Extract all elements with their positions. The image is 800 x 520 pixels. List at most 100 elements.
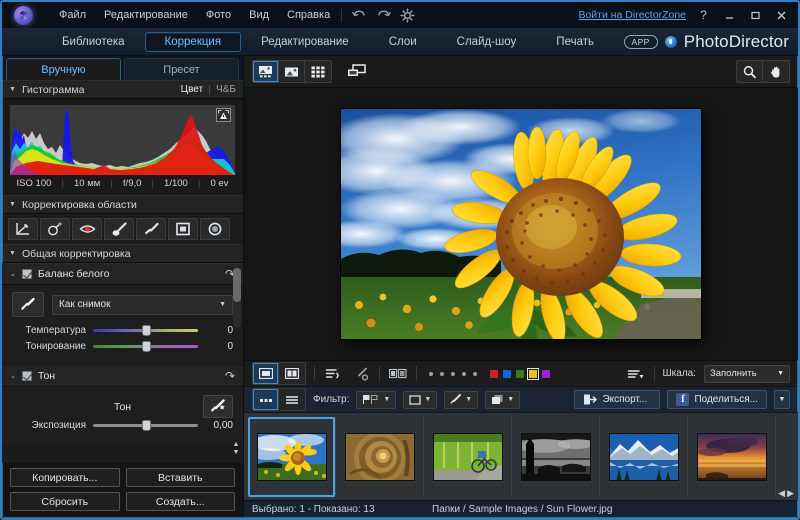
tab-adjustment[interactable]: Коррекция	[145, 32, 242, 52]
white-balance-checkbox[interactable]	[22, 269, 32, 279]
create-button[interactable]: Создать...	[126, 492, 236, 511]
reset-button[interactable]: Сбросить	[10, 492, 120, 511]
thumb-mountain-lake[interactable]	[600, 417, 688, 497]
crop-rotate-icon[interactable]	[8, 218, 38, 240]
tone-checkbox[interactable]	[22, 371, 32, 381]
copy-button[interactable]: Копировать...	[10, 468, 120, 487]
gear-icon[interactable]	[400, 8, 415, 23]
rect-filter-icon[interactable]: ▼	[403, 391, 437, 409]
color-label-yellow[interactable]	[528, 369, 538, 379]
hand-icon[interactable]	[763, 61, 789, 82]
menu-edit[interactable]: Редактирование	[103, 7, 189, 23]
undo-icon[interactable]	[352, 8, 367, 23]
exposure-value[interactable]: 0,00	[205, 420, 233, 431]
directorzone-link[interactable]: Войти на DirectorZone	[578, 9, 686, 21]
region-section-header[interactable]: ▼ Корректировка области	[2, 195, 243, 214]
white-balance-preset-select[interactable]: Как снимок ▼	[52, 295, 233, 315]
redo-icon[interactable]	[376, 8, 391, 23]
scroll-spinner[interactable]: ▲▼	[231, 441, 241, 457]
stack-filter-icon[interactable]: ▼	[485, 391, 520, 409]
notification-icon[interactable]	[665, 36, 677, 48]
tab-library[interactable]: Библиотека	[42, 32, 145, 52]
histogram-mode-bw[interactable]: Ч&Б	[216, 84, 236, 95]
color-label-blue[interactable]	[502, 369, 512, 379]
align-photo-icon[interactable]	[388, 365, 408, 383]
tint-knob[interactable]	[142, 341, 151, 352]
photo-canvas[interactable]	[244, 88, 798, 360]
rating-dot-1[interactable]	[429, 372, 433, 376]
scale-select[interactable]: Заполнить ▼	[704, 365, 790, 383]
global-section-header[interactable]: ▼ Общая корректировка	[2, 244, 243, 263]
pen-filter-icon[interactable]: ▼	[444, 391, 478, 409]
single-view-icon[interactable]	[253, 363, 279, 384]
rating-dot-5[interactable]	[473, 372, 477, 376]
temperature-slider[interactable]	[93, 325, 198, 336]
filmstrip-next-arrow[interactable]: ▶	[787, 489, 794, 498]
view-compact-icon[interactable]	[253, 389, 279, 410]
white-balance-header[interactable]: ⌄ Баланс белого ↷	[2, 264, 243, 285]
pen-tool-icon[interactable]	[351, 365, 371, 383]
view-photo-icon[interactable]	[279, 61, 305, 82]
filmstrip-prev-arrow[interactable]: ◀	[778, 489, 785, 498]
dual-monitor-icon[interactable]	[342, 61, 370, 82]
tab-manual[interactable]: Вручную	[6, 58, 121, 80]
adjustment-scroll-area[interactable]: ⌄ Баланс белого ↷ Как с	[2, 263, 243, 463]
temperature-knob[interactable]	[142, 325, 151, 336]
view-grid-icon[interactable]	[305, 61, 331, 82]
share-dropdown-button[interactable]: ▼	[774, 390, 790, 409]
sort-order-icon[interactable]	[323, 365, 343, 383]
list-options-icon[interactable]	[626, 365, 646, 383]
panel-scrollbar[interactable]	[233, 268, 241, 328]
menu-file[interactable]: Файл	[58, 7, 87, 23]
temperature-value[interactable]: 0	[205, 325, 233, 336]
rating-dots[interactable]	[425, 372, 481, 376]
color-label-red[interactable]	[489, 369, 499, 379]
spot-removal-icon[interactable]	[40, 218, 70, 240]
thumb-bicycle-field[interactable]	[424, 417, 512, 497]
flag-filter-icon[interactable]: ▼	[356, 391, 396, 409]
red-eye-icon[interactable]	[72, 218, 102, 240]
menu-photo[interactable]: Фото	[205, 7, 232, 23]
exposure-knob[interactable]	[142, 420, 151, 431]
radial-mask-icon[interactable]	[200, 218, 230, 240]
clipping-warning-icon[interactable]	[216, 108, 231, 122]
view-single-icon[interactable]	[253, 61, 279, 82]
tone-header[interactable]: ⌄ Тон ↷	[2, 366, 243, 387]
tab-edit[interactable]: Редактирование	[241, 32, 369, 52]
menu-help[interactable]: Справка	[286, 7, 331, 23]
side-by-side-icon[interactable]	[279, 363, 305, 384]
magnifier-icon[interactable]	[737, 61, 763, 82]
thumb-sunflower[interactable]	[248, 417, 336, 497]
eyedropper-icon[interactable]	[12, 292, 44, 317]
tab-print[interactable]: Печать	[536, 32, 614, 52]
magic-wand-icon[interactable]	[203, 395, 233, 418]
share-button[interactable]: f Поделиться...	[667, 390, 767, 409]
tab-layers[interactable]: Слои	[369, 32, 437, 52]
tab-preset[interactable]: Пресет	[124, 58, 239, 80]
help-button[interactable]: ?	[695, 7, 712, 23]
export-button[interactable]: Экспорт...	[574, 390, 660, 409]
thumb-spiral-staircase[interactable]	[336, 417, 424, 497]
tab-slideshow[interactable]: Слайд-шоу	[437, 32, 537, 52]
exposure-slider[interactable]	[93, 420, 198, 431]
tint-slider[interactable]	[93, 341, 198, 352]
color-label-purple[interactable]	[541, 369, 551, 379]
histogram-section-header[interactable]: ▼ Гистограмма Цвет Ч&Б	[2, 80, 243, 99]
histogram-mode-color[interactable]: Цвет	[181, 84, 203, 95]
minimize-button[interactable]	[721, 7, 738, 23]
brush-tool-icon[interactable]	[136, 218, 166, 240]
rating-dot-2[interactable]	[440, 372, 444, 376]
tint-value[interactable]: 0	[205, 341, 233, 352]
close-button[interactable]	[773, 7, 790, 23]
color-label-green[interactable]	[515, 369, 525, 379]
app-badge[interactable]: APP	[624, 35, 658, 49]
rating-dot-3[interactable]	[451, 372, 455, 376]
view-list-icon[interactable]	[279, 389, 305, 410]
thumb-bw-harbor[interactable]	[512, 417, 600, 497]
maximize-button[interactable]	[747, 7, 764, 23]
filmstrip-nav-arrows[interactable]: ◀ ▶	[778, 489, 794, 498]
rating-dot-4[interactable]	[462, 372, 466, 376]
thumb-sunset-lake[interactable]	[688, 417, 776, 497]
gradient-mask-icon[interactable]	[168, 218, 198, 240]
reset-arrow-icon[interactable]: ↷	[225, 369, 235, 383]
